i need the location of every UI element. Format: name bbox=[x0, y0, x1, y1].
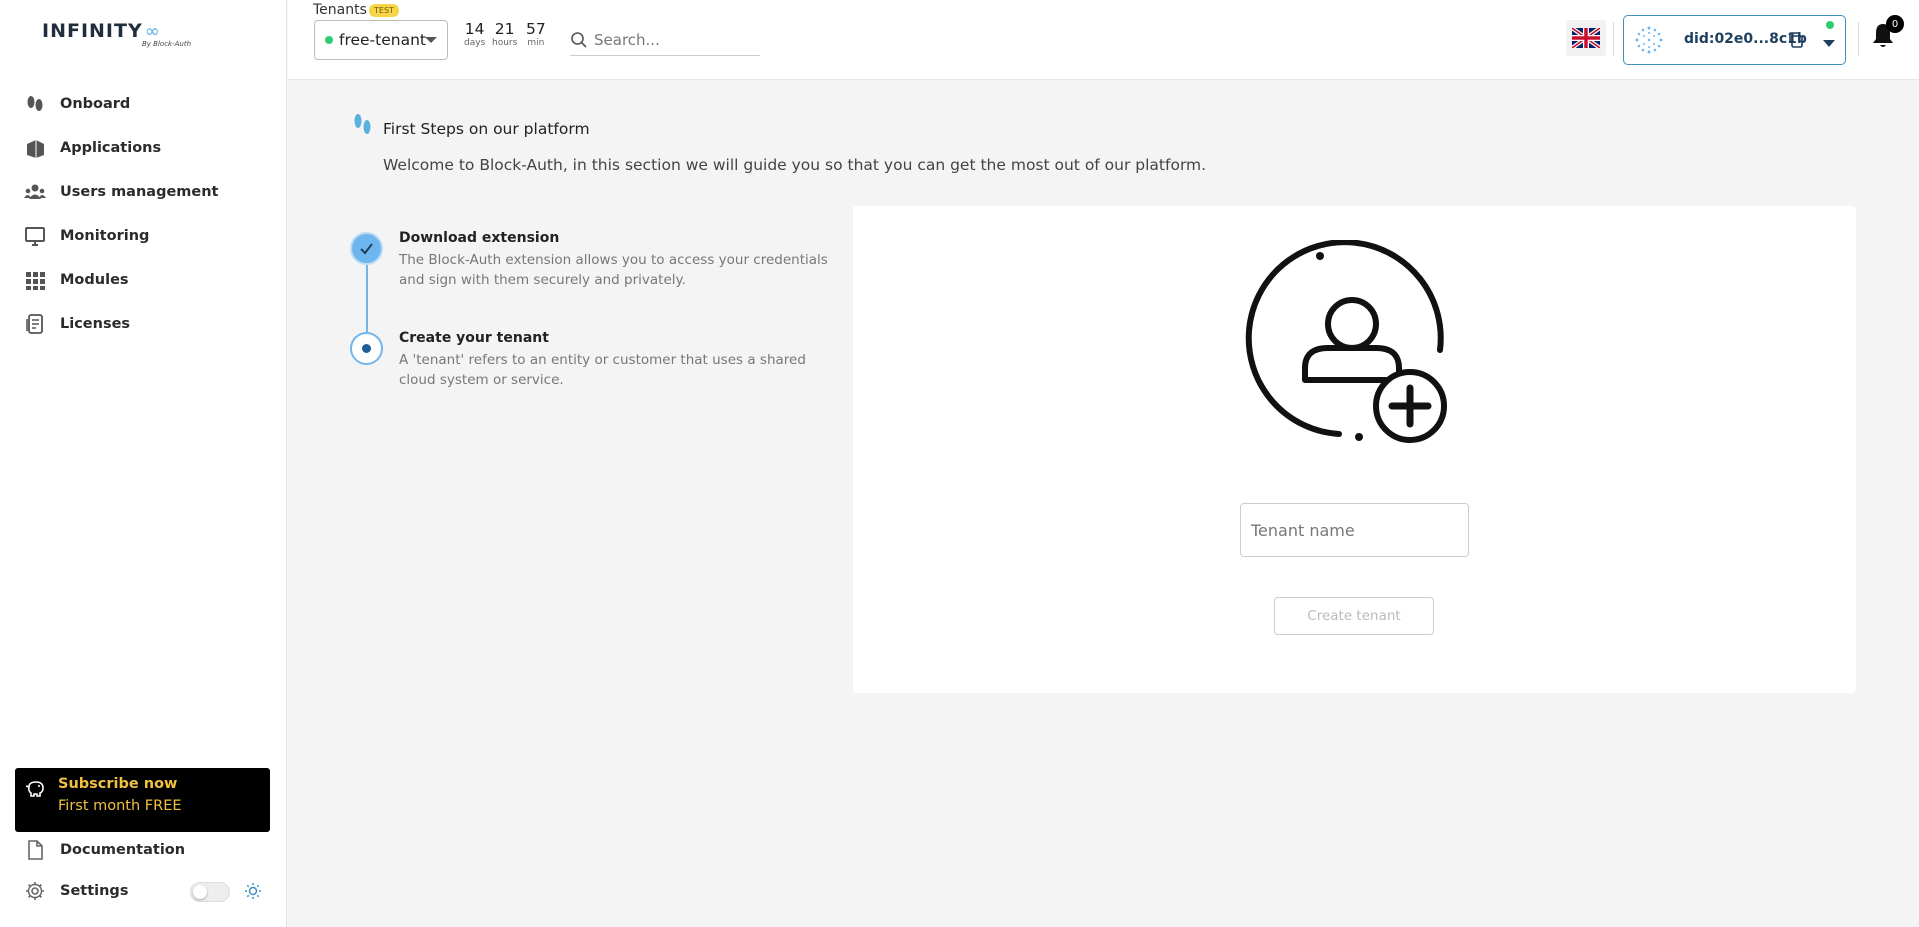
step-title: Create your tenant bbox=[399, 330, 549, 346]
theme-toggle[interactable] bbox=[190, 882, 230, 902]
step-description: The Block-Auth extension allows you to a… bbox=[399, 252, 828, 288]
applications-icon bbox=[24, 137, 46, 159]
create-tenant-card: Create tenant bbox=[853, 206, 1856, 693]
infinity-icon: ∞ bbox=[144, 21, 160, 42]
checkmark-icon bbox=[360, 243, 373, 255]
sidebar-item-onboard[interactable]: Onboard bbox=[0, 82, 287, 126]
sidebar-item-label: Users management bbox=[60, 184, 219, 200]
caret-down-icon bbox=[1823, 40, 1835, 47]
logo-tagline: By Block-Auth bbox=[142, 40, 192, 48]
step-completed-indicator bbox=[350, 232, 383, 265]
sidebar-item-users-management[interactable]: Users management bbox=[0, 170, 287, 214]
timer-days-unit: days bbox=[464, 38, 486, 48]
tenant-select-value: free-tenant bbox=[339, 31, 426, 49]
copy-icon[interactable] bbox=[1787, 31, 1805, 49]
sidebar: INFINITY ∞ By Block-Auth Onboard Applicat… bbox=[0, 0, 287, 927]
timer-hours-value: 21 bbox=[494, 20, 515, 38]
timer-hours-unit: hours bbox=[492, 38, 518, 48]
tenants-label: Tenants bbox=[313, 2, 367, 18]
test-badge: TEST bbox=[369, 4, 399, 17]
settings-link[interactable]: Settings bbox=[24, 879, 128, 903]
documentation-link[interactable]: Documentation bbox=[24, 838, 185, 862]
logo-text: INFINITY bbox=[42, 20, 143, 42]
step-current-indicator bbox=[350, 332, 383, 365]
tenant-select[interactable]: free-tenant bbox=[314, 20, 448, 60]
status-dot bbox=[325, 36, 333, 44]
sun-icon[interactable] bbox=[244, 882, 262, 900]
step-connector bbox=[366, 265, 368, 332]
notifications-button[interactable]: 0 bbox=[1870, 15, 1904, 54]
timer-minutes-unit: min bbox=[527, 38, 545, 48]
sidebar-item-monitoring[interactable]: Monitoring bbox=[0, 214, 287, 258]
sidebar-item-modules[interactable]: Modules bbox=[0, 258, 287, 302]
sidebar-item-label: Modules bbox=[60, 272, 129, 288]
sidebar-nav: Onboard Applications Users management Mo… bbox=[0, 82, 287, 346]
settings-label: Settings bbox=[60, 883, 129, 899]
page-subtitle: Welcome to Block-Auth, in this section w… bbox=[383, 156, 1207, 174]
subscribe-subtitle: First month FREE bbox=[58, 798, 182, 814]
step-title: Download extension bbox=[399, 230, 560, 246]
document-icon bbox=[24, 839, 46, 861]
license-icon bbox=[24, 313, 46, 335]
sidebar-item-label: Applications bbox=[60, 140, 162, 156]
caret-down-icon bbox=[425, 37, 437, 43]
footsteps-icon bbox=[24, 93, 46, 115]
sidebar-item-label: Onboard bbox=[60, 96, 131, 112]
subscribe-title: Subscribe now bbox=[58, 776, 178, 792]
online-indicator bbox=[1826, 21, 1834, 29]
timer-minutes-value: 57 bbox=[526, 20, 546, 38]
create-tenant-button[interactable]: Create tenant bbox=[1274, 597, 1434, 635]
search-input[interactable] bbox=[594, 30, 754, 49]
sidebar-item-licenses[interactable]: Licenses bbox=[0, 302, 287, 346]
search-icon bbox=[571, 31, 587, 48]
tenant-name-input[interactable] bbox=[1240, 503, 1469, 557]
divider bbox=[1858, 22, 1859, 56]
footsteps-icon bbox=[354, 114, 371, 134]
subscribe-banner[interactable]: Subscribe now First month FREE bbox=[15, 768, 270, 832]
topbar: Tenants TEST free-tenant 14 days 21 hour… bbox=[288, 0, 1919, 80]
timer-hours: 21 hours bbox=[492, 20, 517, 48]
grid-icon bbox=[24, 269, 46, 291]
step-description: A 'tenant' refers to an entity or custom… bbox=[399, 352, 806, 388]
gear-icon bbox=[24, 880, 46, 902]
language-selector[interactable] bbox=[1566, 20, 1606, 56]
sidebar-item-label: Monitoring bbox=[60, 228, 150, 244]
timer-days: 14 days bbox=[464, 20, 485, 48]
monitor-icon bbox=[24, 225, 46, 247]
notification-count-badge: 0 bbox=[1886, 15, 1904, 33]
documentation-label: Documentation bbox=[60, 842, 186, 858]
timer-minutes: 57 min bbox=[526, 20, 546, 48]
users-icon bbox=[24, 181, 46, 203]
search-box bbox=[570, 24, 760, 56]
divider bbox=[1613, 22, 1614, 56]
sidebar-item-applications[interactable]: Applications bbox=[0, 126, 287, 170]
uk-flag-icon bbox=[1572, 28, 1600, 48]
logo[interactable]: INFINITY ∞ By Block-Auth bbox=[42, 20, 202, 54]
wallet-account-selector[interactable]: did:02e0...8c1b bbox=[1623, 15, 1846, 65]
add-user-illustration bbox=[1245, 240, 1447, 443]
avatar bbox=[1635, 26, 1663, 54]
sidebar-item-label: Licenses bbox=[60, 316, 131, 332]
piggy-bank-icon bbox=[25, 777, 47, 799]
timer-days-value: 14 bbox=[464, 20, 485, 38]
step-current-dot bbox=[362, 344, 371, 353]
page-title: First Steps on our platform bbox=[383, 120, 590, 138]
toggle-knob bbox=[193, 885, 207, 899]
